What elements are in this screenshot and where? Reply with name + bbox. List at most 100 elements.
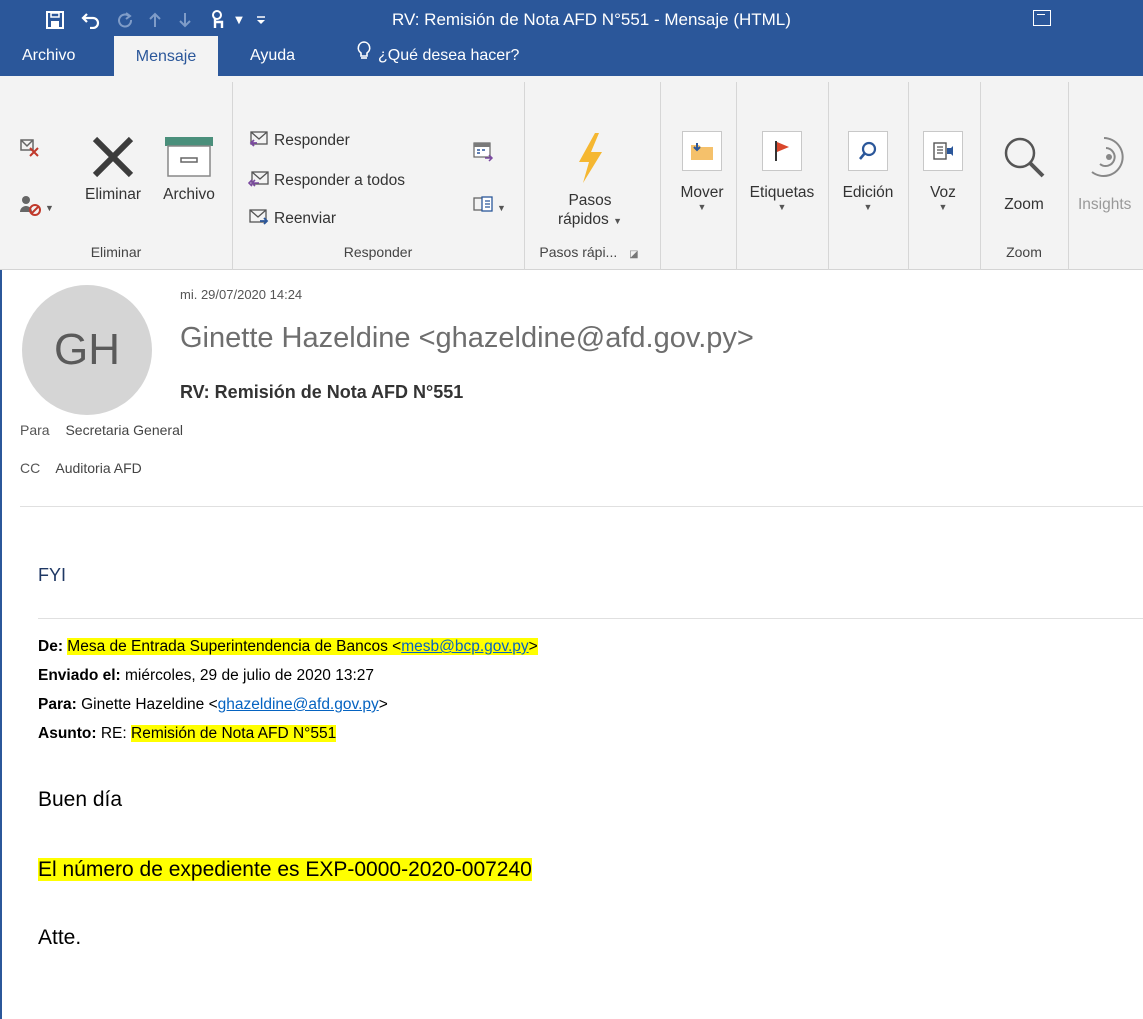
forward-divider <box>38 618 1143 619</box>
group-separator <box>232 82 233 270</box>
lightbulb-icon <box>356 38 372 74</box>
header-divider <box>20 506 1143 507</box>
meeting-reply-button[interactable] <box>472 140 494 167</box>
tags-button[interactable]: Etiquetas ▼ <box>738 128 826 212</box>
cc-recipient[interactable]: Auditoria AFD <box>55 460 141 476</box>
insights-button[interactable]: Insights <box>1070 128 1143 214</box>
block-sender-icon <box>18 194 42 221</box>
sender-name[interactable]: Ginette Hazeldine <ghazeldine@afd.gov.py… <box>180 322 754 355</box>
move-button[interactable]: Mover ▼ <box>668 128 736 212</box>
reply-button[interactable]: Responder <box>248 128 350 153</box>
expediente-highlight: El número de expediente es EXP-0000-2020… <box>38 858 532 881</box>
quick-steps-label-row: rápidos ▼ <box>530 210 650 231</box>
zoom-button[interactable]: Zoom <box>984 128 1064 214</box>
chevron-down-icon: ▼ <box>497 202 506 213</box>
message-pane: GH mi. 29/07/2020 14:24 Ginette Hazeldin… <box>0 270 1143 1019</box>
im-icon <box>472 194 494 221</box>
tell-me-search[interactable]: ¿Qué desea hacer? <box>344 38 531 74</box>
chevron-down-icon: ▼ <box>777 202 787 212</box>
cleanup-button[interactable]: ▼ <box>18 194 54 221</box>
magnifier-icon <box>984 128 1064 186</box>
window-title: RV: Remisión de Nota AFD N°551 - Mensaje… <box>392 10 791 29</box>
dialog-launcher-icon[interactable]: ◪ <box>629 249 638 260</box>
forward-label: Reenviar <box>274 209 337 227</box>
chevron-down-icon: ▼ <box>45 202 54 213</box>
group-label-pasos: Pasos rápi... ◪ <box>524 244 654 260</box>
group-separator <box>908 82 909 270</box>
speech-label: Voz <box>930 184 956 201</box>
fwd-to-label: Para: <box>38 696 77 713</box>
tell-me-label: ¿Qué desea hacer? <box>378 47 520 64</box>
fwd-to-name: Ginette Hazeldine < <box>76 696 218 713</box>
group-separator <box>524 82 525 270</box>
chevron-down-icon: ▼ <box>863 202 873 212</box>
from-close: > <box>528 638 538 655</box>
forward-to-line: Para: Ginette Hazeldine <ghazeldine@afd.… <box>38 696 388 714</box>
read-aloud-icon <box>910 128 976 174</box>
forward-subject-line: Asunto: RE: Remisión de Nota AFD N°551 <box>38 725 337 743</box>
flag-icon <box>738 128 826 174</box>
archive-icon <box>152 128 226 186</box>
reply-all-label: Responder a todos <box>274 171 405 189</box>
lightning-icon <box>530 128 650 188</box>
move-folder-icon <box>668 128 736 174</box>
tab-ayuda[interactable]: Ayuda <box>238 38 307 74</box>
editing-button[interactable]: Edición ▼ <box>830 128 906 212</box>
fwd-subject-label: Asunto: <box>38 725 97 742</box>
to-line: Para Secretaria General <box>20 422 183 438</box>
group-separator <box>736 82 737 270</box>
cc-line: CC Auditoria AFD <box>20 460 142 476</box>
body-greeting: Buen día <box>38 788 123 811</box>
cc-label: CC <box>20 460 41 476</box>
body-expediente: El número de expediente es EXP-0000-2020… <box>38 858 532 882</box>
fwd-subject-prefix: RE: <box>96 725 131 742</box>
to-recipient[interactable]: Secretaria General <box>65 422 183 438</box>
from-email-link[interactable]: mesb@bcp.gov.py <box>401 638 528 655</box>
forward-from-line: De: Mesa de Entrada Superintendencia de … <box>38 638 538 656</box>
group-separator <box>980 82 981 270</box>
delete-x-icon <box>70 128 156 186</box>
tab-archivo[interactable]: Archivo <box>10 38 87 74</box>
chevron-down-icon: ▼ <box>697 202 707 212</box>
tags-label: Etiquetas <box>749 184 815 201</box>
search-icon <box>830 128 906 174</box>
fwd-to-close: > <box>378 696 388 713</box>
message-subject: RV: Remisión de Nota AFD N°551 <box>180 382 464 402</box>
avatar: GH <box>22 285 152 415</box>
from-name: Mesa de Entrada Superintendencia de Banc… <box>67 638 402 655</box>
to-label: Para <box>20 422 50 438</box>
archive-button[interactable]: Archivo <box>152 128 226 204</box>
insights-label: Insights <box>1078 196 1132 213</box>
quick-steps-button[interactable]: Pasos rápidos ▼ <box>530 128 650 231</box>
from-highlight: Mesa de Entrada Superintendencia de Banc… <box>67 638 538 655</box>
chevron-down-icon: ▼ <box>613 216 623 226</box>
editing-label: Edición <box>842 184 894 201</box>
chevron-down-icon: ▼ <box>938 202 948 212</box>
delete-button[interactable]: Eliminar <box>70 128 156 204</box>
from-label: De: <box>38 638 63 655</box>
group-label-zoom: Zoom <box>1006 244 1042 260</box>
fwd-subject-value: Remisión de Nota AFD N°551 <box>131 725 337 742</box>
forward-sent-line: Enviado el: miércoles, 29 de julio de 20… <box>38 667 374 685</box>
tab-mensaje[interactable]: Mensaje <box>114 36 218 76</box>
received-date: mi. 29/07/2020 14:24 <box>180 287 303 302</box>
reply-all-button[interactable]: Responder a todos <box>247 168 405 193</box>
reply-label: Responder <box>274 131 350 149</box>
forward-icon <box>248 206 270 231</box>
ribbon: ▼ Eliminar Archivo Eliminar Responder Re… <box>0 76 1143 270</box>
forward-button[interactable]: Reenviar <box>248 206 336 231</box>
body-signoff: Atte. <box>38 926 82 949</box>
group-separator <box>1068 82 1069 270</box>
ignore-button[interactable] <box>18 136 40 163</box>
sent-value: miércoles, 29 de julio de 2020 13:27 <box>120 667 375 684</box>
delete-label: Eliminar <box>85 186 141 203</box>
speech-button[interactable]: Voz ▼ <box>910 128 976 212</box>
more-respond-button[interactable]: ▼ <box>472 194 506 221</box>
ribbon-display-options-icon[interactable] <box>1033 10 1051 26</box>
quick-steps-label-2: rápidos <box>557 211 609 228</box>
fwd-to-email-link[interactable]: ghazeldine@afd.gov.py <box>218 696 379 713</box>
archive-label: Archivo <box>163 186 215 203</box>
group-label-responder: Responder <box>343 244 413 260</box>
ignore-icon <box>18 136 40 163</box>
zoom-label: Zoom <box>1004 196 1044 213</box>
